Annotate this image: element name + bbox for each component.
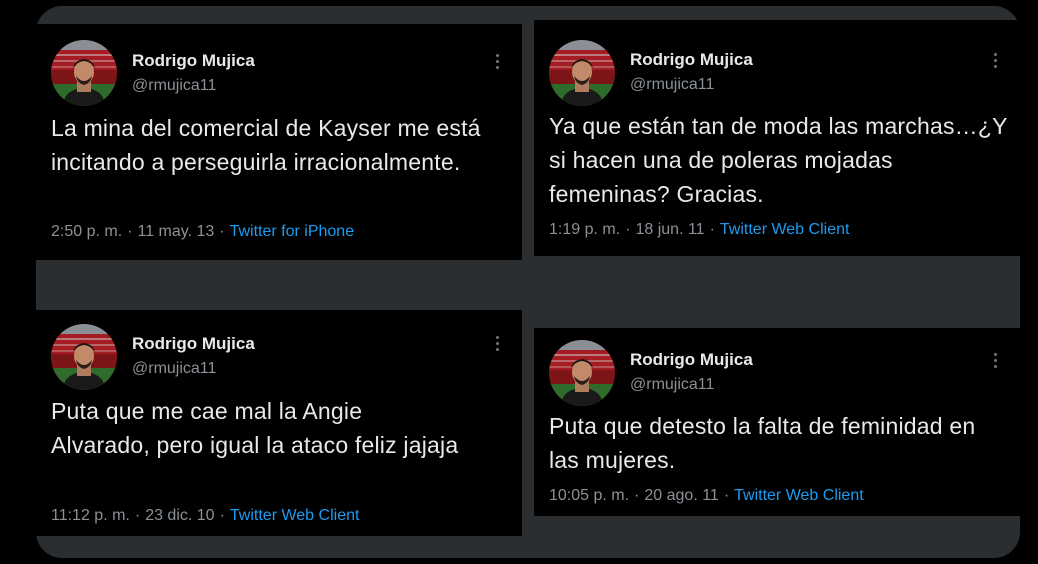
user-handle[interactable]: @rmujica11 (132, 360, 216, 378)
tweet-meta: 1:19 p. m. · 18 jun. 11 · Twitter Web Client (549, 221, 850, 238)
tweet-time[interactable]: 2:50 p. m. (51, 223, 122, 240)
display-name[interactable]: Rodrigo Mujica (132, 334, 255, 354)
tweet-date[interactable]: 18 jun. 11 (635, 221, 704, 238)
user-handle[interactable]: @rmujica11 (132, 77, 216, 95)
tweet-source-link[interactable]: Twitter Web Client (230, 507, 360, 524)
tweet-text: Ya que están tan de moda las marchas…¿Y … (549, 113, 1008, 207)
user-handle[interactable]: @rmujica11 (630, 376, 714, 394)
tweet-source-link[interactable]: Twitter Web Client (720, 221, 850, 238)
more-vertical-icon[interactable] (992, 353, 998, 371)
tweet-collage: Rodrigo Mujica @rmujica11 La mina del co… (36, 6, 1020, 558)
tweet-card[interactable]: Rodrigo Mujica @rmujica11 Puta que detes… (534, 328, 1020, 516)
tweet-source-link[interactable]: Twitter for iPhone (230, 223, 355, 240)
tweet-source-link[interactable]: Twitter Web Client (734, 487, 864, 504)
tweet-meta: 10:05 p. m. · 20 ago. 11 · Twitter Web Clien… (549, 487, 864, 504)
tweet-text: La mina del comercial de Kayser me está … (51, 115, 481, 175)
display-name[interactable]: Rodrigo Mujica (132, 51, 255, 71)
tweet-date[interactable]: 11 may. 13 (137, 223, 214, 240)
tweet-date[interactable]: 23 dic. 10 (145, 507, 214, 524)
tweet-card[interactable]: Rodrigo Mujica @rmujica11 La mina del co… (36, 24, 522, 260)
tweet-date[interactable]: 20 ago. 11 (644, 487, 718, 504)
more-vertical-icon[interactable] (992, 53, 998, 71)
more-vertical-icon[interactable] (494, 54, 500, 72)
avatar[interactable] (549, 40, 615, 106)
tweet-time[interactable]: 11:12 p. m. (51, 507, 130, 524)
tweet-text: Puta que me cae mal la Angie Alvarado, p… (51, 398, 459, 458)
tweet-card[interactable]: Rodrigo Mujica @rmujica11 Ya que están t… (534, 20, 1020, 256)
more-vertical-icon[interactable] (494, 336, 500, 354)
display-name[interactable]: Rodrigo Mujica (630, 350, 753, 370)
tweet-time[interactable]: 10:05 p. m. (549, 487, 629, 504)
tweet-card[interactable]: Rodrigo Mujica @rmujica11 Puta que me ca… (36, 310, 522, 536)
user-handle[interactable]: @rmujica11 (630, 76, 714, 94)
avatar[interactable] (51, 324, 117, 390)
tweet-meta: 11:12 p. m. · 23 dic. 10 · Twitter Web Clien… (51, 507, 360, 524)
avatar[interactable] (51, 40, 117, 106)
tweet-meta: 2:50 p. m. · 11 may. 13 · Twitter for iPhone (51, 223, 355, 240)
display-name[interactable]: Rodrigo Mujica (630, 50, 753, 70)
tweet-text: Puta que detesto la falta de feminidad e… (549, 413, 976, 473)
tweet-time[interactable]: 1:19 p. m. (549, 221, 620, 238)
avatar[interactable] (549, 340, 615, 406)
